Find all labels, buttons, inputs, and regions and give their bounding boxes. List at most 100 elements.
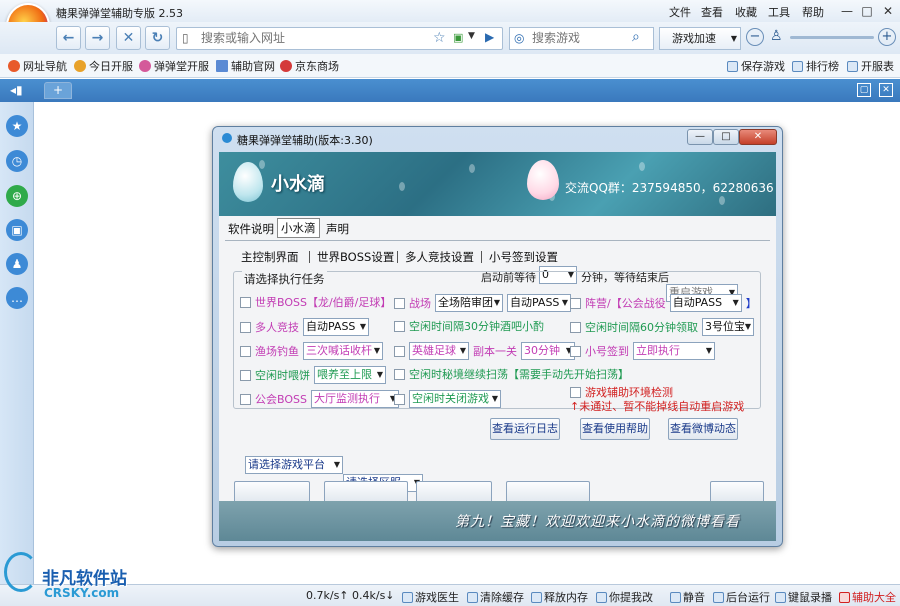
fav-item[interactable]: 辅助官网	[216, 58, 275, 74]
checkbox[interactable]	[570, 321, 581, 333]
fav-item[interactable]: 今日开服	[74, 58, 133, 74]
menu-help[interactable]: 帮助	[802, 4, 824, 20]
close-game-select[interactable]: 空闲时关闭游戏	[409, 390, 501, 408]
speed-slider[interactable]	[790, 36, 874, 39]
checkbox[interactable]	[570, 345, 581, 357]
task-close-game[interactable]: 空闲时关闭游戏	[394, 390, 501, 408]
menu-favorites[interactable]: 收藏	[735, 4, 757, 20]
subtab-world-boss[interactable]: 世界BOSS设置	[317, 249, 394, 265]
tab-xiaoshuidi[interactable]: 小水滴	[277, 218, 320, 238]
save-game-button[interactable]: 保存游戏	[727, 58, 785, 74]
task-battle[interactable]: 战场全场陪审团自动PASS	[394, 294, 571, 312]
gamepad-icon[interactable]: ⊕	[6, 185, 28, 207]
search-input[interactable]	[532, 31, 627, 45]
battle-mode-select[interactable]: 全场陪审团	[435, 294, 503, 312]
checkbox[interactable]	[240, 393, 251, 405]
multi-pass-select[interactable]: 自动PASS	[303, 318, 369, 336]
security-icon[interactable]: ▣	[453, 31, 463, 44]
task-world-boss[interactable]: 世界BOSS【龙/伯爵/足球】	[240, 294, 391, 310]
ranking-button[interactable]: 排行榜	[792, 58, 839, 74]
task-fishing[interactable]: 渔场钓鱼 三次喊话收杆	[240, 342, 383, 360]
task-secret[interactable]: 空闲时秘境继续扫荡【需要手动先开始扫荡】	[394, 366, 629, 382]
task-hero[interactable]: 英雄足球副本一关30分钟	[394, 342, 575, 360]
new-tab-button[interactable]: +	[44, 82, 72, 99]
checkin-select[interactable]: 立即执行	[633, 342, 715, 360]
task-camp[interactable]: 阵营/【公会战役自动PASS】	[570, 294, 757, 312]
hidden-button[interactable]	[506, 481, 590, 503]
task-multi[interactable]: 多人竞技 自动PASS	[240, 318, 369, 336]
toolbox-icon[interactable]: ▣	[6, 219, 28, 241]
subtab-checkin[interactable]: 小号签到设置	[489, 249, 558, 265]
fav-item[interactable]: 京东商场	[280, 58, 339, 74]
url-input[interactable]	[201, 31, 421, 45]
view-help-button[interactable]: 查看使用帮助	[580, 418, 650, 440]
task-idle60[interactable]: 空闲时间隔60分钟领取 3号位宝	[570, 318, 754, 336]
checkbox[interactable]	[394, 297, 405, 309]
speed-up-button[interactable]: +	[878, 28, 896, 46]
subtab-multi[interactable]: 多人竞技设置	[405, 249, 474, 265]
hidden-button[interactable]	[234, 481, 310, 503]
status-item[interactable]: 游戏医生	[402, 589, 459, 605]
accel-select[interactable]: 游戏加速 ▼	[659, 27, 741, 50]
checkbox[interactable]	[240, 345, 251, 357]
fav-item[interactable]: 弹弹堂开服	[139, 58, 209, 74]
stop-button[interactable]: ✕	[116, 26, 141, 50]
checkbox[interactable]	[240, 369, 251, 381]
minimize-icon[interactable]: —	[838, 3, 856, 19]
menu-file[interactable]: 文件	[669, 4, 691, 20]
close-icon[interactable]: ✕	[879, 3, 897, 19]
clock-icon[interactable]: ◷	[6, 150, 28, 172]
back-button[interactable]: ←	[56, 26, 81, 50]
task-guild-boss[interactable]: 公会BOSS 大厅监测执行	[240, 390, 399, 408]
go-icon[interactable]: ▶	[485, 30, 494, 44]
view-log-button[interactable]: 查看运行日志	[490, 418, 560, 440]
checkbox[interactable]	[394, 345, 405, 357]
maximize-icon[interactable]: □	[858, 3, 876, 19]
close-tab-icon[interactable]: ✕	[879, 83, 893, 97]
user-icon[interactable]: ♟	[6, 253, 28, 275]
subtab-main[interactable]: 主控制界面	[241, 249, 299, 265]
hidden-button[interactable]	[324, 481, 408, 503]
server-list-button[interactable]: 开服表	[847, 58, 894, 74]
camp-pass-select[interactable]: 自动PASS	[669, 294, 742, 312]
status-item[interactable]: 静音	[670, 589, 705, 605]
status-item[interactable]: 你提我改	[596, 589, 653, 605]
task-pet[interactable]: 空闲时喂饼 喂养至上限	[240, 366, 386, 384]
status-item[interactable]: 辅助大全	[839, 589, 896, 605]
star-icon[interactable]: ★	[6, 115, 28, 137]
dialog-maximize-button[interactable]: □	[713, 129, 739, 145]
dialog-close-button[interactable]: ✕	[739, 129, 777, 145]
tab-readme[interactable]: 软件说明	[225, 220, 277, 238]
dialog-minimize-button[interactable]: —	[687, 129, 713, 145]
checkbox[interactable]	[570, 386, 581, 398]
hidden-button[interactable]	[710, 481, 764, 503]
forward-button[interactable]: →	[85, 26, 110, 50]
idle60-select[interactable]: 3号位宝	[702, 318, 754, 336]
battle-pass-select[interactable]: 自动PASS	[507, 294, 571, 312]
chat-icon[interactable]: …	[6, 287, 28, 309]
checkbox[interactable]	[570, 297, 581, 309]
tab-statement[interactable]: 声明	[323, 220, 352, 238]
fav-item[interactable]: 网址导航	[8, 58, 67, 74]
hero-select[interactable]: 英雄足球	[409, 342, 469, 360]
checkbox[interactable]	[240, 296, 251, 308]
speed-down-button[interactable]: −	[746, 28, 764, 46]
restore-icon[interactable]: ▢	[857, 83, 871, 97]
checkbox[interactable]	[240, 321, 251, 333]
menu-view[interactable]: 查看	[701, 4, 723, 20]
checkbox[interactable]	[394, 320, 405, 332]
refresh-button[interactable]: ↻	[145, 26, 170, 50]
platform-select[interactable]: 请选择游戏平台	[245, 456, 343, 474]
search-icon[interactable]: ⌕	[632, 29, 640, 45]
guild-select[interactable]: 大厅监测执行	[310, 390, 399, 408]
star-icon[interactable]: ☆	[433, 30, 446, 46]
dropdown-icon[interactable]: ▼	[468, 31, 475, 41]
copy-time-select[interactable]: 30分钟	[521, 342, 575, 360]
view-weibo-button[interactable]: 查看微博动态	[668, 418, 738, 440]
game-search[interactable]: ◎ ⌕	[509, 27, 654, 50]
menu-tools[interactable]: 工具	[768, 4, 790, 20]
pet-select[interactable]: 喂养至上限	[314, 366, 386, 384]
checkbox[interactable]	[394, 393, 405, 405]
status-item[interactable]: 清除缓存	[467, 589, 524, 605]
fishing-select[interactable]: 三次喊话收杆	[303, 342, 383, 360]
